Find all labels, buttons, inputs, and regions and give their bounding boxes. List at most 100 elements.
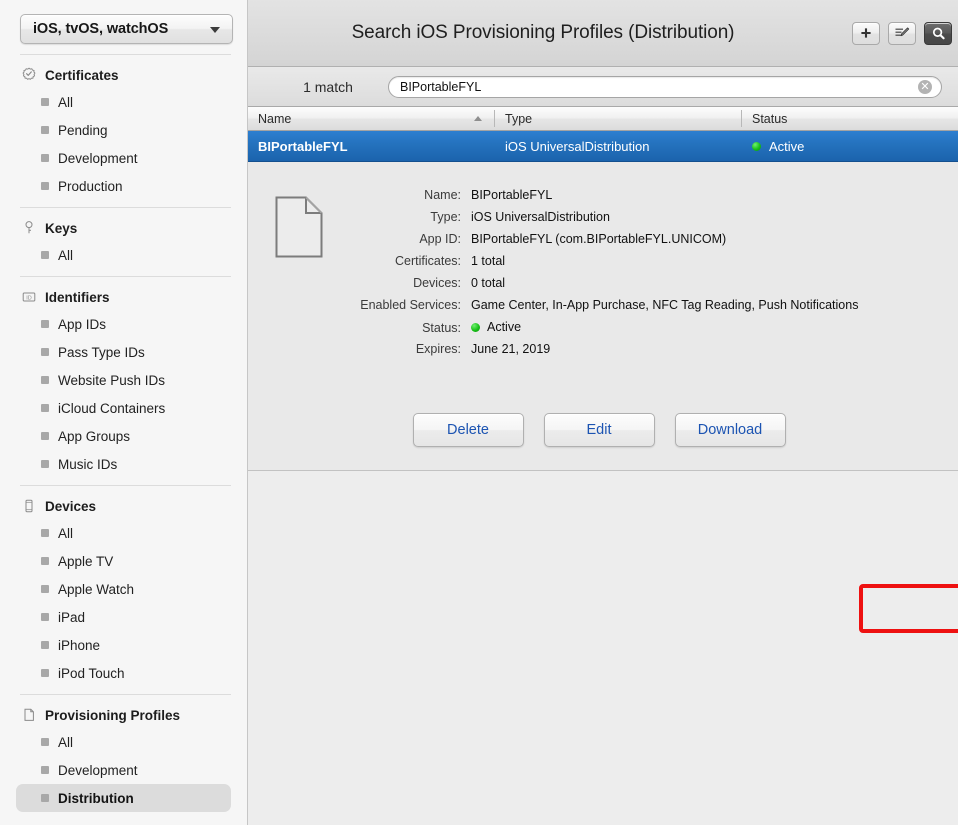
field-label: Devices: [413,276,461,290]
sidebar-item-devices-all[interactable]: All [16,519,231,547]
sidebar-item-label: App IDs [58,316,107,332]
sidebar-group-identifiers: ID Identifiers [0,284,247,310]
sidebar-group-certificates: Certificates [0,62,247,88]
sidebar-group-title: Devices [45,498,97,514]
sidebar-item-label: Apple Watch [58,581,135,597]
divider [20,54,231,55]
field-label: Status: [422,320,461,335]
sidebar-item-label: App Groups [58,428,131,444]
sidebar-item-certificates-production[interactable]: Production [16,172,231,200]
sidebar-item-ipad[interactable]: iPad [16,603,231,631]
field-value: Active [471,320,521,334]
bullet-icon [41,669,49,677]
sidebar-item-profiles-development[interactable]: Development [16,756,231,784]
field-value: June 21, 2019 [471,342,551,356]
sidebar-item-ipod-touch[interactable]: iPod Touch [16,659,231,687]
column-header-status[interactable]: Status [742,107,958,130]
platform-popup-button[interactable]: iOS, tvOS, watchOS [20,14,233,44]
sidebar-group-keys: Keys [0,215,247,241]
field-label: Expires: [415,342,461,356]
bullet-icon [41,404,49,412]
sidebar-item-label: Apple TV [58,553,114,569]
sidebar-nav: Certificates All Pending Development Pro… [0,54,247,812]
field-label: App ID: [419,232,461,246]
sidebar-item-pass-type-ids[interactable]: Pass Type IDs [16,338,231,366]
sort-ascending-icon [474,115,482,121]
detail-field-type: Type: iOS UniversalDistribution [359,210,958,232]
table-row[interactable]: BIPortableFYL iOS UniversalDistribution … [248,131,958,162]
table-header: Name Type Status [248,107,958,131]
sidebar-item-label: Website Push IDs [58,372,166,388]
field-label: Type: [430,210,461,224]
sidebar-item-certificates-pending[interactable]: Pending [16,116,231,144]
sidebar-item-label: iPhone [58,637,101,653]
bullet-icon [41,557,49,565]
sidebar-item-iphone[interactable]: iPhone [16,631,231,659]
column-header-label: Type [505,111,533,126]
add-button[interactable] [852,21,880,45]
bullet-icon [41,766,49,774]
column-header-type[interactable]: Type [495,107,742,130]
sidebar-item-profiles-distribution[interactable]: Distribution [16,784,231,812]
search-input[interactable]: BIPortableFYL ✕ [388,75,942,98]
sidebar-item-app-groups[interactable]: App Groups [16,422,231,450]
sidebar-item-icloud-containers[interactable]: iCloud Containers [16,394,231,422]
edit-profile-button[interactable]: Edit [543,413,655,447]
sidebar-item-certificates-all[interactable]: All [16,88,231,116]
delete-button[interactable]: Delete [412,413,524,447]
detail-field-devices: Devices: 0 total [359,276,958,298]
bullet-icon [41,126,49,134]
sidebar-item-website-push-ids[interactable]: Website Push IDs [16,366,231,394]
main-content: Search iOS Provisioning Profiles (Distri… [248,0,958,825]
download-button[interactable]: Download [674,413,786,447]
bullet-icon [41,98,49,106]
field-value: Game Center, In-App Purchase, NFC Tag Re… [471,298,859,312]
detail-field-name: Name: BIPortableFYL [359,188,958,210]
sidebar-item-label: Production [58,178,123,194]
sidebar-item-label: All [58,525,74,541]
field-value: iOS UniversalDistribution [471,210,610,224]
bullet-icon [41,182,49,190]
chevron-down-icon [210,27,220,33]
sidebar-item-label: All [58,247,74,263]
search-input-value: BIPortableFYL [400,79,482,94]
field-value: 0 total [471,276,506,290]
bullet-icon [41,738,49,746]
detail-fields: Name: BIPortableFYL Type: iOS UniversalD… [359,188,958,364]
clear-circle-icon[interactable]: ✕ [918,79,932,94]
detail-field-expires: Expires: June 21, 2019 [359,342,958,364]
bullet-icon [41,460,49,468]
sidebar-item-profiles-all[interactable]: All [16,728,231,756]
field-value: BIPortableFYL [471,188,553,202]
sidebar-group-title: Provisioning Profiles [45,707,181,723]
column-header-label: Status [752,111,788,126]
field-label: Enabled Services: [360,298,461,312]
download-highlight-annotation [859,584,958,633]
edit-button[interactable] [888,21,916,45]
sidebar-item-apple-watch[interactable]: Apple Watch [16,575,231,603]
sidebar-item-label: Pending [58,122,108,138]
sidebar-item-music-ids[interactable]: Music IDs [16,450,231,478]
sidebar-item-certificates-development[interactable]: Development [16,144,231,172]
field-label: Name: [424,188,461,202]
bullet-icon [41,251,49,259]
platform-popup-container: iOS, tvOS, watchOS [0,0,247,44]
bullet-icon [41,320,49,328]
sidebar-item-label: iCloud Containers [58,400,166,416]
bullet-icon [41,585,49,593]
cell-status: Active [742,139,958,154]
detail-body: Name: BIPortableFYL Type: iOS UniversalD… [248,188,958,364]
search-button[interactable] [924,21,952,45]
sidebar-item-keys-all[interactable]: All [16,241,231,269]
bullet-icon [41,432,49,440]
sidebar-item-label: All [58,94,74,110]
column-header-label: Name [258,111,292,126]
sidebar-item-label: Development [58,762,138,778]
sidebar-item-apple-tv[interactable]: Apple TV [16,547,231,575]
bullet-icon [41,376,49,384]
sidebar-item-app-ids[interactable]: App IDs [16,310,231,338]
sidebar-item-label: Music IDs [58,456,118,472]
sidebar-group-devices: Devices [0,493,247,519]
status-badge: Active [769,138,805,154]
column-header-name[interactable]: Name [248,107,495,130]
